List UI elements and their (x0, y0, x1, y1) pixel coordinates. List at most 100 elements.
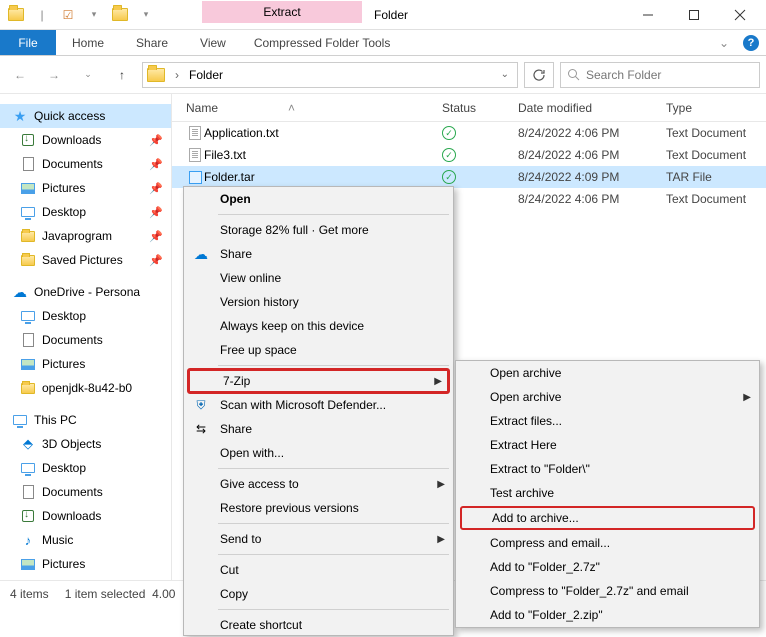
sidebar-onedrive[interactable]: ☁ OneDrive - Persona (0, 280, 171, 304)
minimize-button[interactable] (626, 1, 670, 29)
status-ok-icon: ✓ (442, 126, 456, 140)
address-dropdown[interactable]: ⌄ (497, 69, 513, 80)
share-tab[interactable]: Share (120, 30, 184, 55)
ctx-view-online[interactable]: View online (184, 266, 453, 290)
submenu-item[interactable]: Add to "Folder_2.zip" (456, 603, 759, 627)
help-button[interactable]: ? (736, 30, 766, 55)
submenu-item[interactable]: Compress to "Folder_2.7z" and email (456, 579, 759, 603)
close-button[interactable] (718, 1, 762, 29)
submenu-item-label: Extract files... (490, 414, 562, 428)
ctx-free-up-space[interactable]: Free up space (184, 338, 453, 362)
ctx-create-shortcut[interactable]: Create shortcut (184, 613, 453, 637)
sidebar-item[interactable]: Desktop📌 (0, 200, 171, 224)
column-type[interactable]: Type (658, 101, 766, 115)
sidebar-item[interactable]: Pictures📌 (0, 176, 171, 200)
ctx-copy[interactable]: Copy (184, 582, 453, 606)
item-icon (20, 180, 36, 196)
item-icon (20, 228, 36, 244)
file-status: ✓ (442, 170, 518, 184)
sidebar-this-pc[interactable]: This PC (0, 408, 171, 432)
file-tab[interactable]: File (0, 30, 56, 55)
ctx-always-keep[interactable]: Always keep on this device (184, 314, 453, 338)
sidebar-item[interactable]: Documents📌 (0, 152, 171, 176)
submenu-item[interactable]: Extract Here (456, 433, 759, 457)
compressed-folder-tools-tab[interactable]: Compressed Folder Tools (242, 30, 403, 55)
maximize-button[interactable] (672, 1, 716, 29)
search-box[interactable]: Search Folder (560, 62, 760, 88)
ctx-storage[interactable]: Storage 82% full · Get more (184, 218, 453, 242)
item-icon: ♪ (20, 532, 36, 548)
up-button[interactable]: ↑ (108, 61, 136, 89)
file-row[interactable]: Application.txt✓8/24/2022 4:06 PMText Do… (172, 122, 766, 144)
sidebar-item[interactable]: Documents (0, 480, 171, 504)
sidebar-item[interactable]: Desktop (0, 456, 171, 480)
ctx-version-history[interactable]: Version history (184, 290, 453, 314)
properties-icon[interactable]: ☑ (58, 5, 78, 25)
ctx-send-to[interactable]: Send to▶ (184, 527, 453, 551)
sidebar-item[interactable]: Downloads (0, 504, 171, 528)
sidebar-item[interactable]: Pictures (0, 352, 171, 376)
ctx-defender[interactable]: ⛨Scan with Microsoft Defender... (184, 393, 453, 417)
address-bar[interactable]: › Folder ⌄ (142, 62, 518, 88)
file-status: ✓ (442, 148, 518, 162)
back-button[interactable]: ← (6, 61, 34, 89)
sidebar-item[interactable]: openjdk-8u42-b0 (0, 376, 171, 400)
new-folder-icon[interactable] (110, 5, 130, 25)
submenu-item[interactable]: Add to "Folder_2.7z" (456, 555, 759, 579)
submenu-item[interactable]: Extract to "Folder\" (456, 457, 759, 481)
ctx-share-2[interactable]: ⇆Share (184, 417, 453, 441)
navigation-bar: ← → ⌄ ↑ › Folder ⌄ Search Folder (0, 56, 766, 94)
chevron-right-icon: ▶ (434, 376, 442, 387)
submenu-item-label: Test archive (490, 486, 554, 500)
file-row[interactable]: Folder.tar✓8/24/2022 4:09 PMTAR File (172, 166, 766, 188)
qat-dropdown2[interactable]: ▾ (136, 5, 156, 25)
sidebar-item[interactable]: Desktop (0, 304, 171, 328)
ribbon-collapse-button[interactable]: ⌄ (712, 30, 736, 55)
submenu-item[interactable]: Add to archive... (460, 506, 755, 530)
sidebar-quick-access[interactable]: ★ Quick access (0, 104, 171, 128)
ribbon-tabs: File Home Share View Compressed Folder T… (0, 30, 766, 56)
submenu-item[interactable]: Extract files... (456, 409, 759, 433)
ctx-share[interactable]: ☁Share (184, 242, 453, 266)
file-type: TAR File (666, 170, 766, 184)
sidebar-item[interactable]: Documents (0, 328, 171, 352)
file-icon (186, 126, 204, 140)
ctx-cut[interactable]: Cut (184, 558, 453, 582)
submenu-item[interactable]: Open archive (456, 361, 759, 385)
sidebar-item[interactable]: ⬘3D Objects (0, 432, 171, 456)
chevron-right-icon[interactable]: › (171, 68, 183, 82)
sidebar-item-label: 3D Objects (42, 437, 101, 451)
sidebar-item[interactable]: Downloads📌 (0, 128, 171, 152)
submenu-item[interactable]: Test archive (456, 481, 759, 505)
ctx-open-with[interactable]: Open with... (184, 441, 453, 465)
column-date-modified[interactable]: Date modified (510, 101, 658, 115)
qat-dropdown[interactable]: ▾ (84, 5, 104, 25)
submenu-item-label: Add to archive... (492, 511, 579, 525)
folder-icon (147, 68, 165, 82)
recent-locations-button[interactable]: ⌄ (74, 61, 102, 89)
ctx-restore-previous[interactable]: Restore previous versions (184, 496, 453, 520)
sidebar-item[interactable]: ♪Music (0, 528, 171, 552)
file-type: Text Document (666, 148, 766, 162)
home-tab[interactable]: Home (56, 30, 120, 55)
submenu-item[interactable]: Open archive▶ (456, 385, 759, 409)
column-name[interactable]: Name˄ (178, 101, 434, 115)
file-row[interactable]: File3.txt✓8/24/2022 4:06 PMText Document (172, 144, 766, 166)
sidebar-item[interactable]: Javaprogram📌 (0, 224, 171, 248)
column-status[interactable]: Status (434, 101, 510, 115)
chevron-right-icon: ▶ (437, 479, 445, 490)
sidebar-item[interactable]: Pictures (0, 552, 171, 576)
ctx-give-access[interactable]: Give access to▶ (184, 472, 453, 496)
file-date: 8/24/2022 4:06 PM (518, 192, 666, 206)
sidebar-item-label: Documents (42, 157, 103, 171)
submenu-item-label: Open archive (490, 390, 561, 404)
view-tab[interactable]: View (184, 30, 242, 55)
ctx-open[interactable]: Open (184, 187, 453, 211)
share-icon: ⇆ (192, 422, 210, 436)
cloud-icon: ☁ (192, 246, 210, 263)
ctx-7zip[interactable]: 7-Zip▶ (187, 368, 450, 394)
refresh-button[interactable] (524, 62, 554, 88)
forward-button: → (40, 61, 68, 89)
submenu-item[interactable]: Compress and email... (456, 531, 759, 555)
sidebar-item[interactable]: Saved Pictures📌 (0, 248, 171, 272)
